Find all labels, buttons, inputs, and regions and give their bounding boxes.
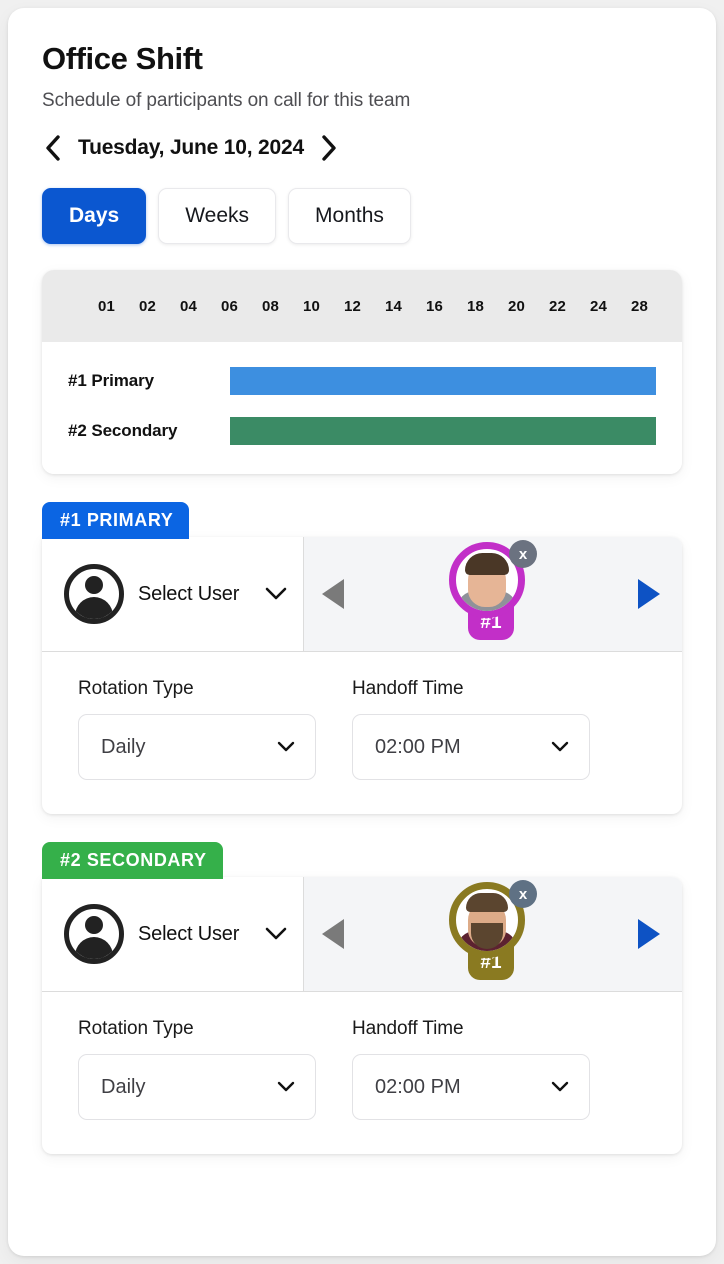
role-card-primary: #1 PRIMARY Select User #1 x Rotation Typ… — [42, 502, 682, 815]
page-subtitle: Schedule of participants on call for thi… — [42, 90, 411, 112]
participant-carousel-primary: #1 x — [304, 537, 682, 653]
tab-days[interactable]: Days — [42, 188, 147, 245]
user-select-label: Select User — [138, 582, 240, 605]
handoff-time-select-secondary[interactable]: 02:00 PM — [352, 1054, 590, 1121]
timeline-card: 01 02 04 06 08 10 12 14 16 18 20 22 24 2… — [42, 270, 682, 475]
role-badge-primary: #1 PRIMARY — [42, 502, 190, 540]
chevron-down-icon — [277, 741, 295, 753]
chevron-down-icon[interactable] — [265, 587, 287, 601]
remove-participant-icon[interactable]: x — [509, 540, 537, 569]
timeline-tick: 16 — [426, 297, 443, 315]
timeline-tick: 08 — [262, 297, 279, 315]
triangle-left-icon[interactable] — [322, 579, 344, 610]
timeline-tick: 22 — [549, 297, 566, 315]
shift-scheduler-page: Office Shift Schedule of participants on… — [8, 8, 716, 1256]
user-avatar-placeholder-icon — [64, 904, 124, 965]
user-avatar-placeholder-icon — [64, 564, 124, 625]
participant-avatar-primary[interactable]: #1 x — [449, 540, 537, 646]
participant-carousel-secondary: #1 x — [304, 877, 682, 993]
role-badge-secondary: #2 SECONDARY — [42, 842, 223, 880]
page-title: Office Shift — [42, 41, 203, 76]
date-navigator: Tuesday, June 10, 2024 — [42, 134, 688, 162]
timeline-rows: #1 Primary #2 Secondary — [42, 342, 682, 475]
handoff-time-field-secondary: Handoff Time 02:00 PM — [352, 1018, 590, 1121]
triangle-right-icon[interactable] — [638, 579, 660, 610]
handoff-time-field-primary: Handoff Time 02:00 PM — [352, 678, 590, 781]
rotation-type-label: Rotation Type — [78, 1018, 194, 1040]
rotation-type-label: Rotation Type — [78, 678, 194, 700]
chevron-down-icon — [551, 1081, 569, 1093]
timeline-tick: 20 — [508, 297, 525, 315]
handoff-time-label: Handoff Time — [352, 678, 464, 700]
handoff-time-label: Handoff Time — [352, 1018, 464, 1040]
handoff-time-select-primary[interactable]: 02:00 PM — [352, 714, 590, 781]
chevron-down-icon[interactable] — [265, 927, 287, 941]
timeline-tick: 02 — [139, 297, 156, 315]
rotation-type-field-primary: Rotation Type Daily — [78, 678, 316, 781]
timeline-tick: 12 — [344, 297, 361, 315]
chevron-down-icon — [277, 1081, 295, 1093]
timeline-tick: 14 — [385, 297, 402, 315]
tab-months[interactable]: Months — [288, 188, 411, 245]
rotation-type-field-secondary: Rotation Type Daily — [78, 1018, 316, 1121]
rotation-type-select-secondary[interactable]: Daily — [78, 1054, 316, 1121]
handoff-time-value: 02:00 PM — [375, 1075, 461, 1098]
timeline-bar-secondary — [230, 417, 656, 446]
role-card-secondary: #2 SECONDARY Select User #1 x Rotation T… — [42, 842, 682, 1155]
rotation-type-select-primary[interactable]: Daily — [78, 714, 316, 781]
timeline-row-primary: #1 Primary — [68, 360, 656, 402]
timeline-tick: 10 — [303, 297, 320, 315]
range-tabs: Days Weeks Months — [42, 188, 688, 245]
user-select-secondary[interactable]: Select User — [42, 877, 304, 993]
timeline-tick: 04 — [180, 297, 197, 315]
tab-weeks[interactable]: Weeks — [158, 188, 277, 245]
handoff-time-value: 02:00 PM — [375, 735, 461, 758]
timeline-ticks: 01 02 04 06 08 10 12 14 16 18 20 22 24 2… — [42, 270, 682, 343]
current-date-label: Tuesday, June 10, 2024 — [78, 136, 304, 160]
chevron-right-icon[interactable] — [318, 134, 340, 162]
timeline-tick: 06 — [221, 297, 238, 315]
rotation-type-value: Daily — [101, 735, 146, 758]
timeline-tick: 24 — [590, 297, 607, 315]
timeline-row-label: #2 Secondary — [68, 421, 178, 441]
timeline-row-secondary: #2 Secondary — [68, 410, 656, 452]
user-select-label: Select User — [138, 922, 240, 945]
chevron-left-icon[interactable] — [42, 134, 64, 162]
timeline-tick: 01 — [98, 297, 115, 315]
chevron-down-icon — [551, 741, 569, 753]
triangle-right-icon[interactable] — [638, 919, 660, 950]
remove-participant-icon[interactable]: x — [509, 880, 537, 909]
timeline-bar-primary — [230, 367, 656, 396]
timeline-row-label: #1 Primary — [68, 371, 154, 391]
rotation-type-value: Daily — [101, 1075, 146, 1098]
triangle-left-icon[interactable] — [322, 919, 344, 950]
participant-avatar-secondary[interactable]: #1 x — [449, 880, 537, 986]
timeline-tick: 28 — [631, 297, 648, 315]
timeline-tick: 18 — [467, 297, 484, 315]
user-select-primary[interactable]: Select User — [42, 537, 304, 653]
